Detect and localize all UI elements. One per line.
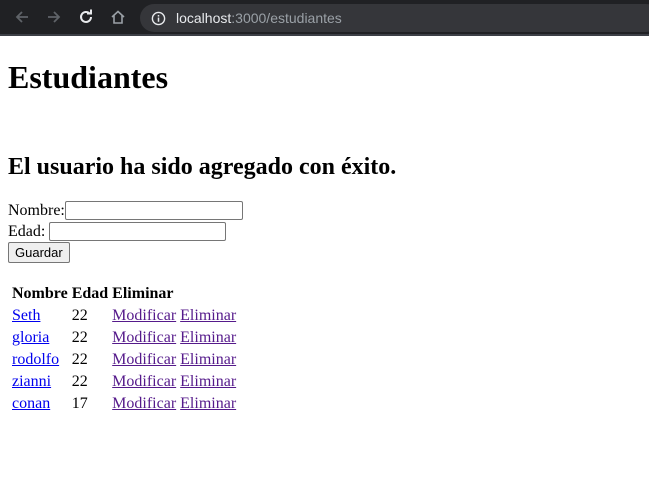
info-icon[interactable] xyxy=(151,11,166,26)
modificar-link[interactable]: Modificar xyxy=(112,373,176,390)
nombre-label: Nombre: xyxy=(8,201,65,219)
modificar-link[interactable]: Modificar xyxy=(112,351,176,368)
address-bar[interactable]: localhost:3000/estudiantes xyxy=(140,4,649,32)
eliminar-link[interactable]: Eliminar xyxy=(180,307,236,324)
modificar-link[interactable]: Modificar xyxy=(112,395,176,412)
nombre-input[interactable] xyxy=(64,201,243,220)
forward-arrow-icon[interactable] xyxy=(38,1,70,33)
eliminar-link[interactable]: Eliminar xyxy=(180,351,236,368)
student-age: 17 xyxy=(71,395,88,412)
table-header-row: Nombre Edad Eliminar xyxy=(11,284,237,304)
page-title: Estudiantes xyxy=(8,59,169,95)
student-age: 22 xyxy=(71,373,88,390)
table-row: Seth 22 Modificar Eliminar xyxy=(11,306,237,326)
student-name-link[interactable]: gloria xyxy=(12,329,49,346)
eliminar-link[interactable]: Eliminar xyxy=(180,329,236,346)
success-message: El usuario ha sido agregado con éxito. xyxy=(8,154,397,180)
table-row: conan 17 Modificar Eliminar xyxy=(11,394,237,414)
eliminar-link[interactable]: Eliminar xyxy=(180,395,236,412)
edad-label: Edad: xyxy=(8,222,46,240)
header-edad: Edad xyxy=(71,285,109,302)
back-arrow-icon[interactable] xyxy=(6,1,38,33)
modificar-link[interactable]: Modificar xyxy=(112,329,176,346)
students-table: Nombre Edad Eliminar Seth 22 Modificar E… xyxy=(9,282,239,416)
header-eliminar: Eliminar xyxy=(112,285,174,302)
table-row: zianni 22 Modificar Eliminar xyxy=(11,372,237,392)
student-form: Nombre: Edad: Guardar xyxy=(8,200,243,263)
reload-icon[interactable] xyxy=(70,1,102,33)
home-icon[interactable] xyxy=(102,1,134,33)
student-name-link[interactable]: zianni xyxy=(12,373,51,390)
student-age: 22 xyxy=(71,307,88,324)
edad-input[interactable] xyxy=(49,222,227,241)
student-name-link[interactable]: rodolfo xyxy=(12,351,59,368)
modificar-link[interactable]: Modificar xyxy=(112,307,176,324)
student-age: 22 xyxy=(71,351,88,368)
student-age: 22 xyxy=(71,329,88,346)
eliminar-link[interactable]: Eliminar xyxy=(180,373,236,390)
student-name-link[interactable]: Seth xyxy=(12,307,40,324)
table-row: gloria 22 Modificar Eliminar xyxy=(11,328,237,348)
student-name-link[interactable]: conan xyxy=(12,395,50,412)
guardar-button[interactable]: Guardar xyxy=(8,242,70,263)
browser-toolbar: localhost:3000/estudiantes xyxy=(0,0,649,36)
table-row: rodolfo 22 Modificar Eliminar xyxy=(11,350,237,370)
header-nombre: Nombre xyxy=(12,285,68,302)
url-path: :3000/estudiantes xyxy=(231,10,342,26)
url-host: localhost xyxy=(176,10,232,26)
